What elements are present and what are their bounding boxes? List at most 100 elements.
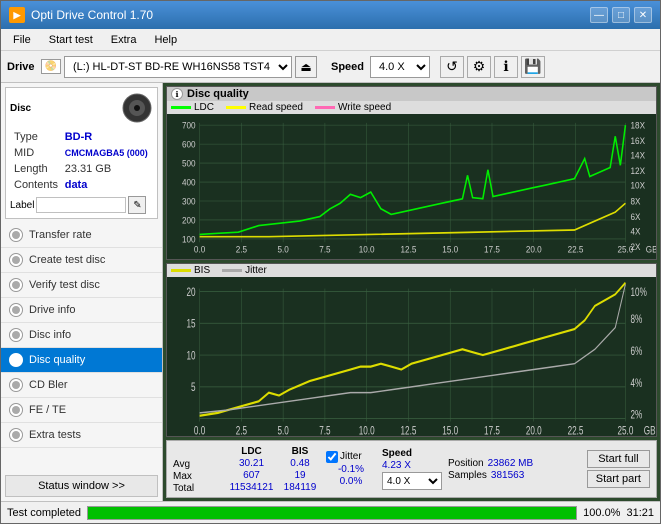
stats-labels-col: Avg Max Total — [173, 444, 223, 494]
svg-text:600: 600 — [182, 139, 196, 149]
save-button[interactable]: 💾 — [521, 56, 545, 78]
title-bar-controls: — □ ✕ — [590, 7, 652, 23]
svg-text:4%: 4% — [631, 378, 643, 391]
nav-dot — [9, 403, 23, 417]
svg-text:22.5: 22.5 — [568, 425, 584, 436]
avg-label: Avg — [173, 459, 223, 470]
app-title: Opti Drive Control 1.70 — [31, 8, 153, 22]
refresh-button[interactable]: ↺ — [440, 56, 464, 78]
nav-item-drive-info[interactable]: Drive info — [1, 298, 162, 323]
avg-bis: 0.48 — [280, 458, 320, 469]
nav-item-extra-tests[interactable]: Extra tests — [1, 423, 162, 448]
nav-label: Verify test disc — [29, 279, 100, 291]
stats-jitter-col: Jitter -0.1% 0.0% — [326, 451, 376, 488]
menu-file[interactable]: File — [5, 32, 39, 48]
menu-help[interactable]: Help — [146, 32, 185, 48]
position-row: Position 23862 MB — [448, 458, 581, 469]
chart1-svg: 700 600 500 400 300 200 100 18X 16X 14X … — [167, 114, 656, 259]
svg-text:17.5: 17.5 — [484, 425, 500, 436]
svg-text:2.5: 2.5 — [236, 425, 248, 436]
drive-toolbar: Drive 📀 (L:) HL-DT-ST BD-RE WH16NS58 TST… — [1, 51, 660, 83]
nav-label: Transfer rate — [29, 229, 92, 241]
start-part-button[interactable]: Start part — [587, 470, 650, 488]
svg-text:7.5: 7.5 — [319, 425, 331, 436]
svg-text:10X: 10X — [631, 180, 646, 190]
menu-extra[interactable]: Extra — [103, 32, 145, 48]
sidebar: Disc Type BD-R MID CMCMAGBA5 (000) — [1, 83, 163, 501]
legend-bis: BIS — [171, 265, 210, 276]
speed-label: Speed — [331, 61, 364, 73]
disc-section-title: Disc — [10, 103, 31, 114]
nav-item-cd-bler[interactable]: CD Bler — [1, 373, 162, 398]
progress-bar-container — [87, 506, 577, 520]
length-value: 23.31 GB — [63, 162, 151, 176]
disc-label-input[interactable] — [36, 197, 126, 213]
legend-ldc: LDC — [171, 102, 214, 113]
nav-item-disc-quality[interactable]: Disc quality — [1, 348, 162, 373]
progress-percent: 100.0% — [583, 507, 620, 519]
nav-item-transfer-rate[interactable]: Transfer rate — [1, 223, 162, 248]
disc-properties: Type BD-R MID CMCMAGBA5 (000) Length 23.… — [10, 128, 153, 194]
svg-text:500: 500 — [182, 158, 196, 168]
speed-col-value: 4.23 X — [382, 460, 442, 471]
minimize-button[interactable]: — — [590, 7, 608, 23]
stats-ldc-col: LDC 30.21 607 11534121 — [229, 446, 274, 493]
eject-button[interactable]: ⏏ — [295, 56, 317, 78]
svg-text:400: 400 — [182, 177, 196, 187]
total-ldc: 11534121 — [229, 482, 274, 493]
disc-label-edit-button[interactable]: ✎ — [128, 196, 146, 214]
settings-button[interactable]: ⚙ — [467, 56, 491, 78]
max-jitter: 0.0% — [326, 476, 376, 487]
right-panel: ℹ Disc quality LDC Read speed Write spee… — [163, 83, 660, 501]
nav-label: FE / TE — [29, 404, 66, 416]
svg-text:5.0: 5.0 — [277, 244, 289, 254]
mid-value: CMCMAGBA5 (000) — [63, 146, 151, 160]
nav-label: Extra tests — [29, 429, 81, 441]
mid-label: MID — [12, 146, 61, 160]
nav-items: Transfer rate Create test disc Verify te… — [1, 223, 162, 471]
nav-dot — [9, 328, 23, 342]
drive-select[interactable]: (L:) HL-DT-ST BD-RE WH16NS58 TST4 — [64, 56, 292, 78]
chart2-svg: 20 15 10 5 10% 8% 6% 4% 2% 0.0 2.5 5.0 — [167, 277, 656, 436]
svg-text:0.0: 0.0 — [194, 244, 206, 254]
status-window-button[interactable]: Status window >> — [5, 475, 158, 497]
jitter-checkbox[interactable] — [326, 451, 338, 463]
type-label: Type — [12, 130, 61, 144]
bis-col-header: BIS — [280, 446, 320, 457]
total-bis: 184119 — [280, 482, 320, 493]
nav-item-create-test-disc[interactable]: Create test disc — [1, 248, 162, 273]
svg-text:8%: 8% — [631, 314, 643, 327]
disc-quality-chart: ℹ Disc quality LDC Read speed Write spee… — [166, 86, 657, 260]
menu-bar: File Start test Extra Help — [1, 29, 660, 51]
stats-position-col: Position 23862 MB Samples 381563 — [448, 458, 581, 481]
disc-label-label: Label — [10, 200, 34, 211]
close-button[interactable]: ✕ — [634, 7, 652, 23]
chart1-body: 700 600 500 400 300 200 100 18X 16X 14X … — [167, 114, 656, 259]
svg-text:GB: GB — [644, 425, 656, 436]
samples-value: 381563 — [491, 470, 524, 481]
start-full-button[interactable]: Start full — [587, 450, 650, 468]
nav-item-verify-test-disc[interactable]: Verify test disc — [1, 273, 162, 298]
chart2-body: 20 15 10 5 10% 8% 6% 4% 2% 0.0 2.5 5.0 — [167, 277, 656, 436]
svg-text:12.5: 12.5 — [401, 425, 417, 436]
nav-dot — [9, 378, 23, 392]
svg-text:10%: 10% — [631, 287, 647, 300]
svg-text:100: 100 — [182, 234, 196, 244]
info-button[interactable]: ℹ — [494, 56, 518, 78]
app-window: ▶ Opti Drive Control 1.70 — □ ✕ File Sta… — [0, 0, 661, 524]
nav-item-fe-te[interactable]: FE / TE — [1, 398, 162, 423]
nav-dot — [9, 228, 23, 242]
total-label: Total — [173, 483, 223, 494]
nav-item-disc-info[interactable]: Disc info — [1, 323, 162, 348]
contents-value: data — [63, 178, 151, 192]
maximize-button[interactable]: □ — [612, 7, 630, 23]
pos-value: 23862 MB — [488, 458, 534, 469]
samples-label: Samples — [448, 470, 487, 481]
speed-col-select[interactable]: 4.0 X — [382, 472, 442, 490]
menu-start-test[interactable]: Start test — [41, 32, 101, 48]
status-text: Test completed — [7, 507, 81, 519]
contents-label: Contents — [12, 178, 61, 192]
svg-text:16X: 16X — [631, 136, 646, 146]
speed-select[interactable]: 4.0 X — [370, 56, 430, 78]
disc-header: Disc — [10, 92, 153, 124]
